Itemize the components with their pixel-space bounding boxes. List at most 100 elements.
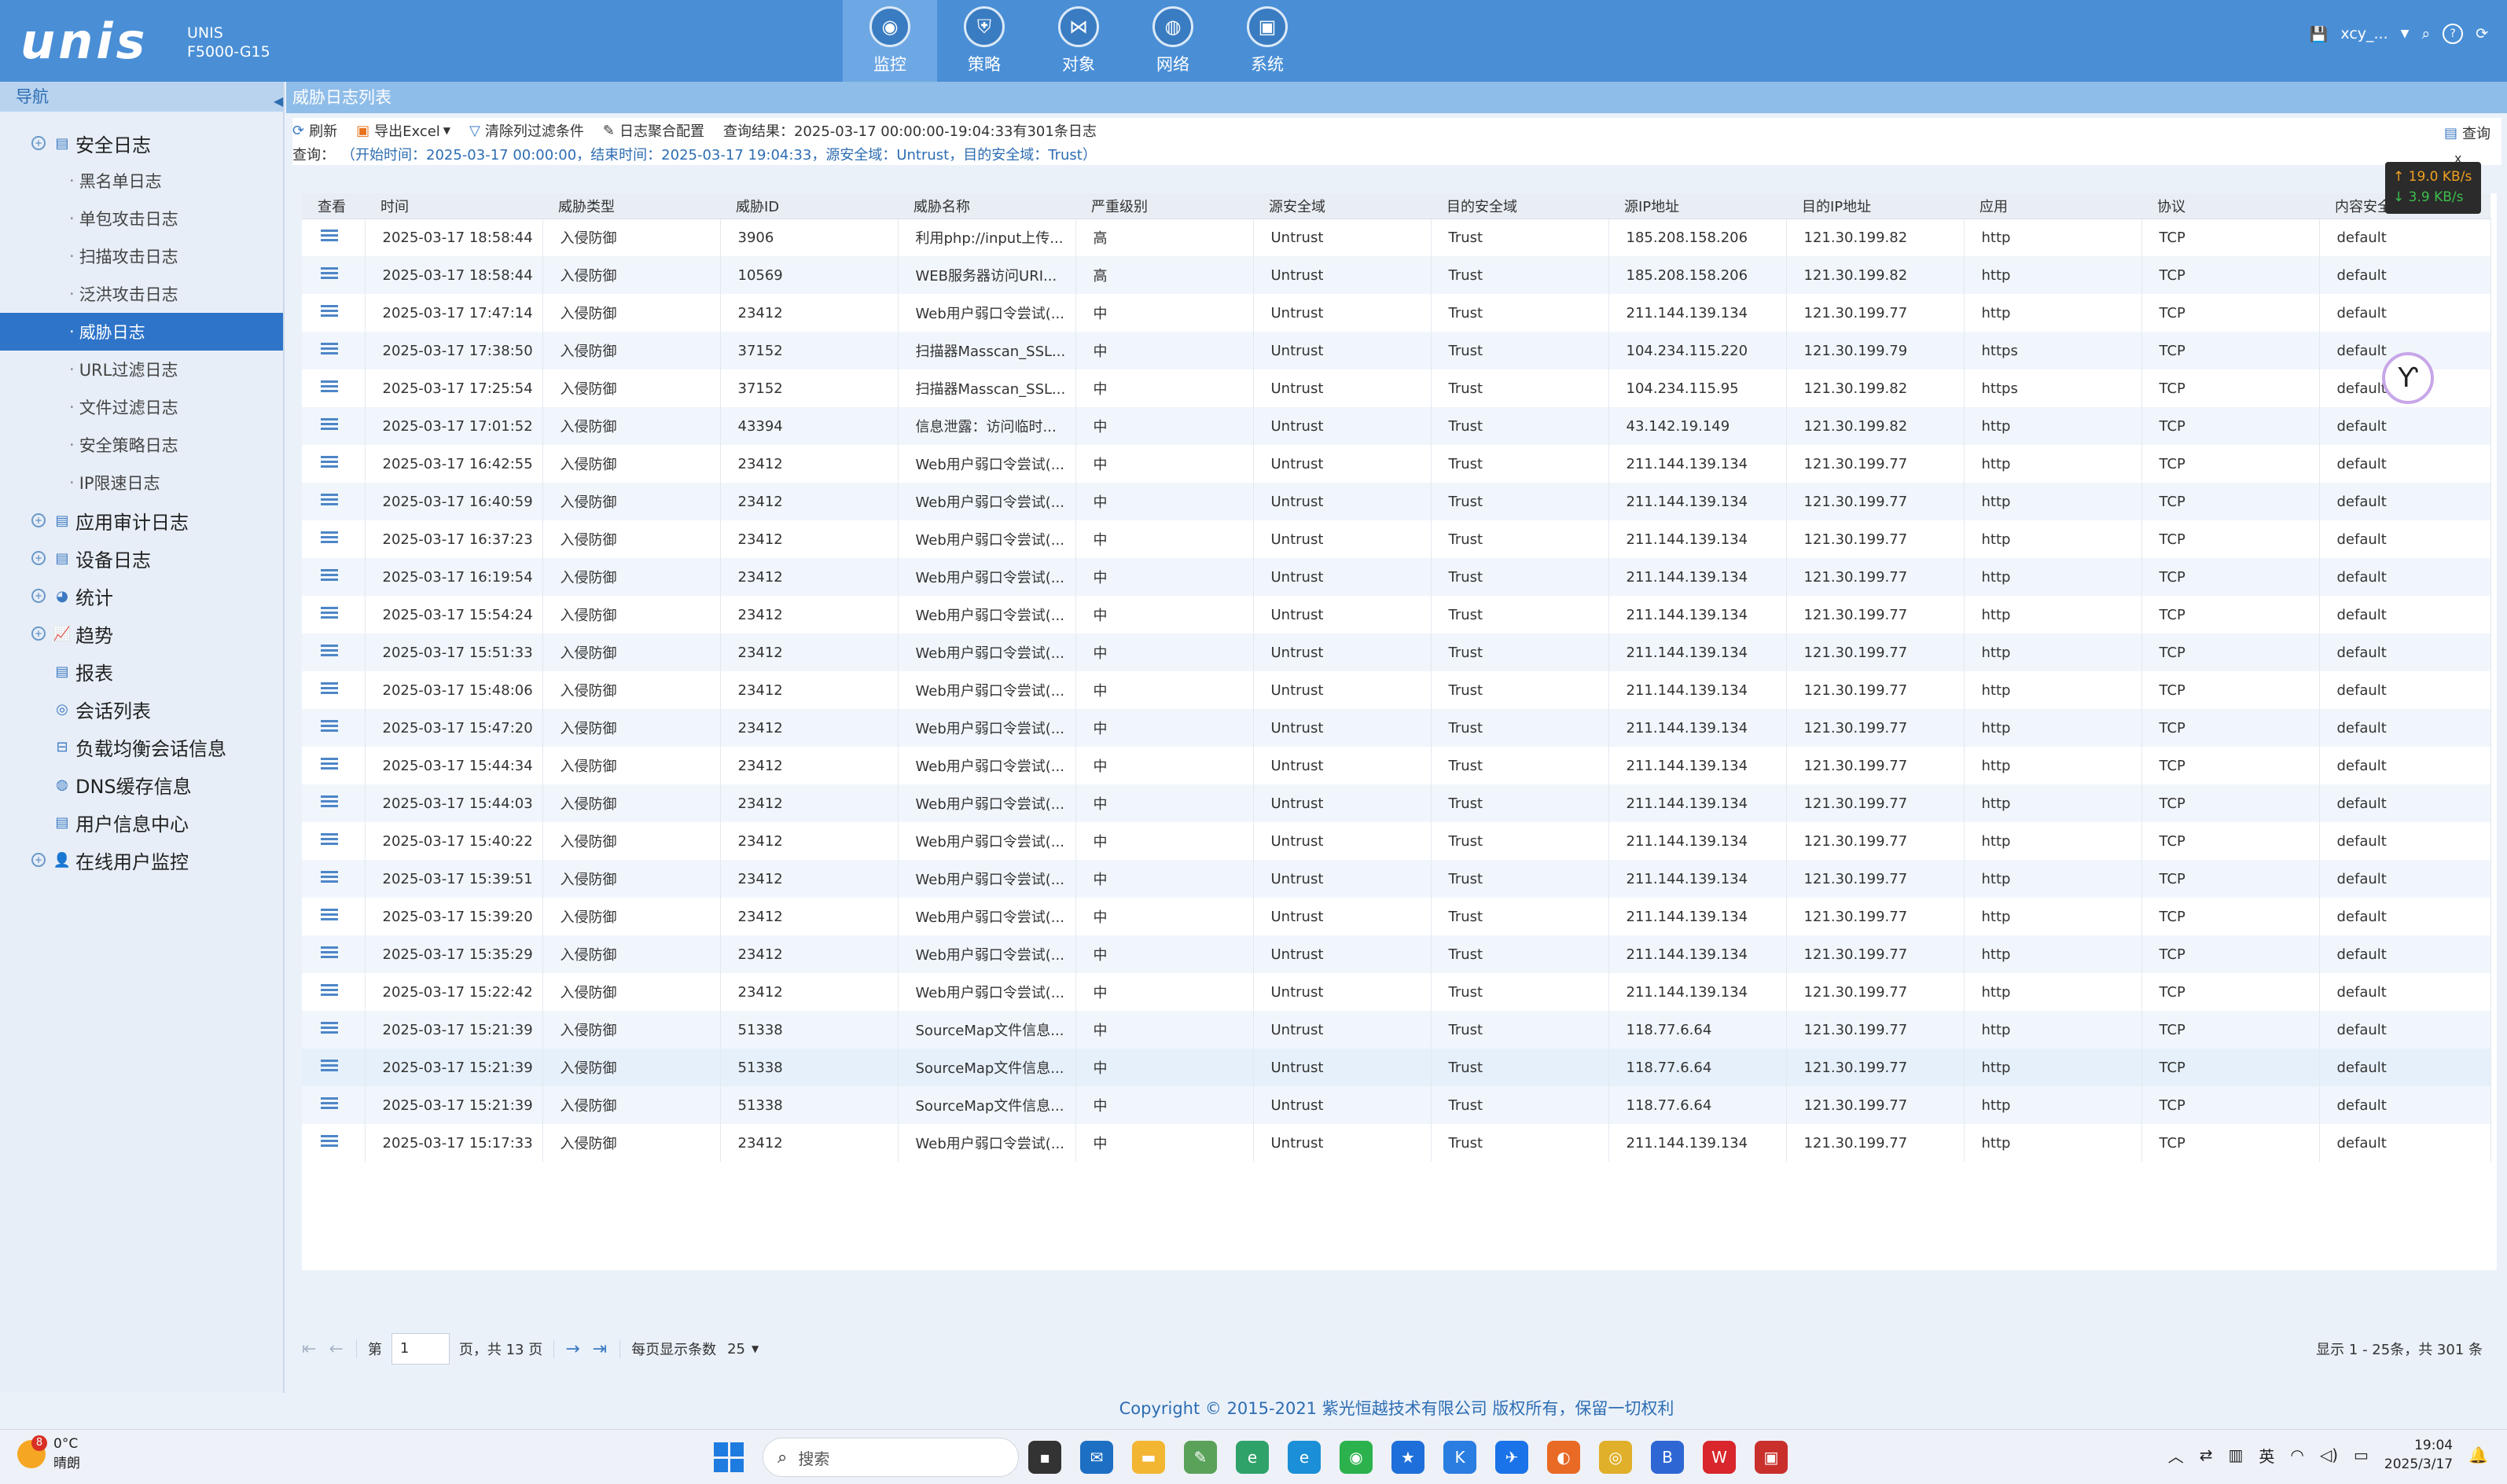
paint-icon[interactable]: ✎ — [1184, 1441, 1217, 1474]
table-row[interactable]: 2025-03-17 15:22:42 入侵防御 23412 Web用户弱口令尝试(.… — [302, 973, 2491, 1011]
table-row[interactable]: 2025-03-17 15:47:20 入侵防御 23412 Web用户弱口令尝试(.… — [302, 709, 2491, 747]
view-detail-icon[interactable] — [321, 1059, 338, 1072]
column-header[interactable]: 时间 — [365, 193, 542, 219]
nav-node[interactable]: + ▤ 设备日志 — [0, 539, 283, 577]
nav-child-item[interactable]: IP限速日志 — [0, 464, 283, 501]
search-icon[interactable]: ⌕ — [2421, 25, 2430, 42]
table-row[interactable]: 2025-03-17 15:39:51 入侵防御 23412 Web用户弱口令尝试(.… — [302, 860, 2491, 898]
view-detail-icon[interactable] — [321, 417, 338, 431]
star-app-icon[interactable]: ★ — [1391, 1441, 1424, 1474]
view-detail-icon[interactable] — [321, 644, 338, 657]
firefox-icon[interactable]: ◐ — [1547, 1441, 1580, 1474]
table-row[interactable]: 2025-03-17 15:21:39 入侵防御 51338 SourceMap文件信… — [302, 1011, 2491, 1049]
tab-4[interactable]: ▣ 系统 — [1220, 0, 1314, 82]
table-row[interactable]: 2025-03-17 18:58:44 入侵防御 10569 WEB服务器访问URI.… — [302, 256, 2491, 294]
terminal-icon[interactable]: ▪ — [1028, 1441, 1061, 1474]
notification-icon[interactable]: 🔔 — [2468, 1445, 2488, 1464]
view-detail-icon[interactable] — [321, 946, 338, 959]
table-row[interactable]: 2025-03-17 16:42:55 入侵防御 23412 Web用户弱口令尝试(.… — [302, 445, 2491, 483]
table-row[interactable]: 2025-03-17 15:54:24 入侵防御 23412 Web用户弱口令尝试(.… — [302, 596, 2491, 634]
clear-filter-button[interactable]: ▽ 清除列过滤条件 — [469, 120, 584, 141]
tray-app-icon[interactable]: ⇄ — [2200, 1445, 2213, 1464]
tab-3[interactable]: ◍ 网络 — [1126, 0, 1220, 82]
view-detail-icon[interactable] — [321, 757, 338, 770]
table-row[interactable]: 2025-03-17 17:01:52 入侵防御 43394 信息泄露：访问临时...… — [302, 407, 2491, 445]
view-detail-icon[interactable] — [321, 832, 338, 846]
table-row[interactable]: 2025-03-17 17:38:50 入侵防御 37152 扫描器Masscan_S… — [302, 332, 2491, 369]
column-header[interactable]: 源IP地址 — [1608, 193, 1786, 219]
column-header[interactable]: 应用 — [1964, 193, 2141, 219]
nav-node[interactable]: ⊟ 负载均衡会话信息 — [0, 728, 283, 766]
column-header[interactable]: 目的安全域 — [1431, 193, 1608, 219]
edge-dev-icon[interactable]: e — [1236, 1441, 1269, 1474]
aggregate-config-button[interactable]: ✎ 日志聚合配置 — [603, 120, 704, 141]
tab-1[interactable]: ⛨ 策略 — [937, 0, 1031, 82]
column-header[interactable]: 目的IP地址 — [1786, 193, 1964, 219]
query-button[interactable]: ▤ 查询 — [2444, 123, 2490, 143]
user-dropdown-icon[interactable]: ▼ — [2401, 28, 2410, 40]
view-detail-icon[interactable] — [321, 1096, 338, 1110]
view-detail-icon[interactable] — [321, 681, 338, 695]
nav-node[interactable]: + ▤ 应用审计日志 — [0, 501, 283, 539]
expand-icon[interactable]: + — [31, 589, 46, 603]
view-detail-icon[interactable] — [321, 1134, 338, 1148]
per-page-dropdown-icon[interactable]: ▼ — [752, 1343, 759, 1354]
table-row[interactable]: 2025-03-17 15:48:06 入侵防御 23412 Web用户弱口令尝试(.… — [302, 671, 2491, 709]
table-row[interactable]: 2025-03-17 15:17:33 入侵防御 23412 Web用户弱口令尝试(.… — [302, 1124, 2491, 1162]
view-detail-icon[interactable] — [321, 870, 338, 883]
chevron-up-icon[interactable]: ︿ — [2168, 1444, 2184, 1467]
edge-icon[interactable]: e — [1288, 1441, 1321, 1474]
table-row[interactable]: 2025-03-17 15:44:34 入侵防御 23412 Web用户弱口令尝试(.… — [302, 747, 2491, 784]
expand-icon[interactable]: + — [31, 551, 46, 565]
prev-page-icon[interactable]: ← — [329, 1339, 343, 1359]
table-row[interactable]: 2025-03-17 16:37:23 入侵防御 23412 Web用户弱口令尝试(.… — [302, 520, 2491, 558]
per-page-select[interactable]: 25 — [727, 1341, 745, 1357]
feather-icon[interactable]: ✈ — [1495, 1441, 1528, 1474]
nav-node[interactable]: ▤ 用户信息中心 — [0, 803, 283, 841]
view-detail-icon[interactable] — [321, 455, 338, 468]
nav-child-item[interactable]: 文件过滤日志 — [0, 388, 283, 426]
tab-2[interactable]: ⋈ 对象 — [1031, 0, 1126, 82]
tab-0[interactable]: ◉ 监控 — [843, 0, 937, 82]
username[interactable]: xcy_... — [2340, 25, 2388, 42]
red-app-icon[interactable]: ▣ — [1755, 1441, 1788, 1474]
volume-icon[interactable]: ◁) — [2320, 1445, 2338, 1464]
table-row[interactable]: 2025-03-17 17:47:14 入侵防御 23412 Web用户弱口令尝试(.… — [302, 294, 2491, 332]
expand-icon[interactable]: + — [31, 853, 46, 867]
view-detail-icon[interactable] — [321, 493, 338, 506]
taskbar-search[interactable]: ⌕ 搜索 — [763, 1438, 1019, 1477]
nav-child-item[interactable]: 扫描攻击日志 — [0, 237, 283, 275]
nav-node[interactable]: + 👤 在线用户监控 — [0, 841, 283, 879]
outlook-icon[interactable]: ✉ — [1080, 1441, 1113, 1474]
expand-icon[interactable]: + — [31, 136, 46, 150]
help-icon[interactable]: ? — [2443, 24, 2464, 44]
table-row[interactable]: 2025-03-17 15:51:33 入侵防御 23412 Web用户弱口令尝试(.… — [302, 634, 2491, 671]
view-detail-icon[interactable] — [321, 342, 338, 355]
ime-indicator[interactable]: 英 — [2259, 1444, 2274, 1467]
view-detail-icon[interactable] — [321, 266, 338, 280]
view-detail-icon[interactable] — [321, 531, 338, 544]
windows-start-icon[interactable] — [714, 1442, 744, 1472]
nav-node[interactable]: ◎ 会话列表 — [0, 690, 283, 728]
export-excel-button[interactable]: ▣ 导出Excel ▼ — [356, 120, 450, 141]
view-detail-icon[interactable] — [321, 983, 338, 997]
table-row[interactable]: 2025-03-17 18:58:44 入侵防御 3906 利用php://input… — [302, 219, 2491, 256]
column-header[interactable]: 威胁ID — [720, 193, 898, 219]
wps-icon[interactable]: W — [1703, 1441, 1736, 1474]
k-app-icon[interactable]: K — [1443, 1441, 1476, 1474]
view-detail-icon[interactable] — [321, 568, 338, 582]
table-row[interactable]: 2025-03-17 16:19:54 入侵防御 23412 Web用户弱口令尝试(.… — [302, 558, 2491, 596]
nav-node[interactable]: + ◕ 统计 — [0, 577, 283, 615]
table-row[interactable]: 2025-03-17 15:21:39 入侵防御 51338 SourceMap文件信… — [302, 1049, 2491, 1086]
nav-child-item[interactable]: 泛洪攻击日志 — [0, 275, 283, 313]
table-row[interactable]: 2025-03-17 15:40:22 入侵防御 23412 Web用户弱口令尝试(.… — [302, 822, 2491, 860]
column-header[interactable]: 严重级别 — [1075, 193, 1253, 219]
nav-node[interactable]: + ▤ 安全日志 — [0, 124, 283, 162]
nav-child-item[interactable]: 黑名单日志 — [0, 162, 283, 200]
battery-icon[interactable]: ▭ — [2354, 1445, 2369, 1464]
column-header[interactable]: 协议 — [2141, 193, 2319, 219]
b-app-icon[interactable]: B — [1651, 1441, 1684, 1474]
first-page-icon[interactable]: ⇤ — [302, 1339, 316, 1359]
chrome-icon[interactable]: ◎ — [1599, 1441, 1632, 1474]
nav-node[interactable]: ◍ DNS缓存信息 — [0, 766, 283, 803]
